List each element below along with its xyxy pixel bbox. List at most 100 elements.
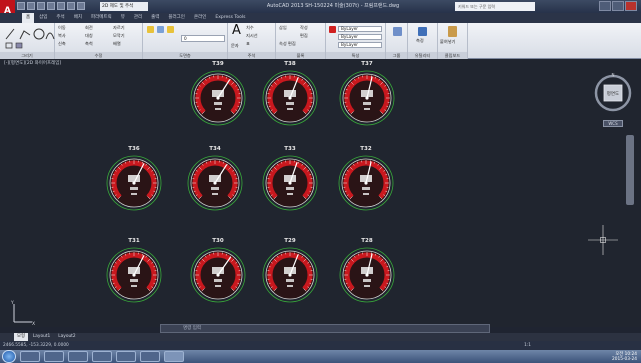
copy-button[interactable]: 복사 bbox=[58, 33, 66, 39]
measure-button[interactable]: 측정 bbox=[416, 38, 424, 44]
gauge-label: T38 bbox=[284, 61, 296, 67]
autocad-taskbar-icon[interactable] bbox=[164, 351, 184, 362]
system-tray: 오전 10:24 2015-03-24 bbox=[612, 352, 637, 362]
table-button[interactable]: 표 bbox=[246, 41, 250, 47]
ucs-icon: Y X bbox=[10, 300, 35, 326]
move-button[interactable]: 이동 bbox=[58, 25, 66, 31]
redo-icon[interactable] bbox=[77, 2, 85, 10]
word-icon[interactable] bbox=[116, 351, 136, 362]
group-icon[interactable] bbox=[393, 27, 402, 36]
text-tool-icon[interactable]: A bbox=[232, 23, 241, 38]
leader-button[interactable]: 지시선 bbox=[246, 33, 258, 39]
gauge-label: T39 bbox=[212, 61, 224, 67]
ribbon-tabs: 홈 삽입 주석 배치 파라메트릭 뷰 관리 출력 플러그인 온라인 Express Tools bbox=[0, 13, 641, 23]
fillet-button[interactable]: 모깍기 bbox=[113, 33, 125, 39]
text-button[interactable]: 문자 bbox=[231, 43, 239, 49]
gauge-dial bbox=[187, 155, 243, 211]
ribbon-tab[interactable]: 홈 bbox=[22, 13, 35, 23]
layout-tab[interactable]: 모형 bbox=[14, 333, 28, 341]
layer-dropdown[interactable]: 0 bbox=[181, 35, 225, 42]
ribbon-tab[interactable]: Express Tools bbox=[211, 13, 249, 23]
ribbon-tab[interactable]: 뷰 bbox=[117, 13, 129, 23]
rotate-button[interactable]: 회전 bbox=[85, 25, 93, 31]
edit-attributes-button[interactable]: 속성 편집 bbox=[279, 41, 296, 47]
dimension-button[interactable]: 치수 bbox=[246, 25, 254, 31]
trim-button[interactable]: 자르기 bbox=[113, 25, 125, 31]
group-label: 그룹 bbox=[386, 52, 407, 59]
coordinate-readout: 2466.5585, -153.3229, 0.0000 bbox=[3, 343, 69, 348]
wcs-menu[interactable]: WCS bbox=[603, 120, 623, 127]
new-icon[interactable] bbox=[17, 2, 25, 10]
gauge-dial bbox=[190, 247, 246, 303]
windows-taskbar bbox=[0, 350, 641, 363]
maximize-button[interactable] bbox=[612, 1, 624, 11]
search-input[interactable]: 키워드 또는 구문 입력 bbox=[455, 2, 535, 11]
explorer-icon[interactable] bbox=[20, 351, 40, 362]
gauge-dial bbox=[106, 247, 162, 303]
media-icon[interactable] bbox=[68, 351, 88, 362]
ie-icon[interactable] bbox=[44, 351, 64, 362]
edit-block-button[interactable]: 편집 bbox=[300, 33, 308, 39]
gauge-dial bbox=[338, 155, 394, 211]
ribbon-tab[interactable]: 출력 bbox=[147, 13, 163, 23]
lineweight-dropdown[interactable]: ByLayer bbox=[338, 42, 382, 48]
gauge-label: T33 bbox=[284, 146, 296, 152]
ribbon-tab[interactable]: 삽입 bbox=[35, 13, 51, 23]
group-label: 수정 bbox=[55, 52, 142, 59]
navigation-bar[interactable] bbox=[626, 135, 634, 205]
ribbon-tab[interactable]: 온라인 bbox=[190, 13, 210, 23]
ribbon-group-layers: 0 도면층 bbox=[143, 23, 228, 59]
ribbon-group-utilities: 측정 유틸리티 bbox=[408, 23, 438, 59]
paste-button[interactable]: 붙여넣기 bbox=[440, 39, 455, 45]
start-button[interactable] bbox=[2, 350, 16, 363]
ribbon-tab[interactable]: 관리 bbox=[130, 13, 146, 23]
gauge-dial bbox=[339, 247, 395, 303]
save-as-icon[interactable] bbox=[47, 2, 55, 10]
group-label: 그리기 bbox=[0, 52, 54, 59]
workspace-dropdown[interactable]: 2D 제도 및 주석 bbox=[100, 2, 148, 11]
paste-icon[interactable] bbox=[448, 26, 457, 37]
close-button[interactable] bbox=[625, 1, 637, 11]
drawing-canvas[interactable] bbox=[0, 59, 641, 327]
layout-tab[interactable]: Layout2 bbox=[55, 333, 78, 341]
ribbon-group-modify: 이동 회전 자르기 복사 대칭 모깍기 신축 축척 배열 수정 bbox=[55, 23, 143, 59]
open-icon[interactable] bbox=[27, 2, 35, 10]
mirror-button[interactable]: 대칭 bbox=[85, 33, 93, 39]
group-label: 주석 bbox=[228, 52, 275, 59]
undo-icon[interactable] bbox=[67, 2, 75, 10]
annotation-scale[interactable]: 1:1 bbox=[524, 341, 531, 350]
color-dropdown[interactable]: ByLayer bbox=[338, 26, 382, 32]
gauge-dial bbox=[262, 155, 318, 211]
minimize-button[interactable] bbox=[599, 1, 611, 11]
layer-properties-icon[interactable] bbox=[147, 26, 154, 33]
tray-date: 2015-03-24 bbox=[612, 357, 637, 362]
measure-icon[interactable] bbox=[418, 27, 427, 36]
draw-tools-icon[interactable] bbox=[0, 23, 55, 52]
array-button[interactable]: 배열 bbox=[113, 41, 121, 47]
viewport-label[interactable]: [-][평면도][2D 와이어프레임] bbox=[4, 60, 61, 66]
linetype-dropdown[interactable]: ByLayer bbox=[338, 34, 382, 40]
title-bar: 2D 제도 및 주석 AutoCAD 2013 SH-150224 미술(307… bbox=[0, 0, 641, 13]
folder-icon[interactable] bbox=[92, 351, 112, 362]
ribbon-tab[interactable]: 배치 bbox=[70, 13, 86, 23]
create-block-button[interactable]: 작성 bbox=[300, 25, 308, 31]
layer-freeze-icon[interactable] bbox=[167, 26, 174, 33]
gauge-label: T31 bbox=[128, 238, 140, 244]
viewcube[interactable]: 평면도 N bbox=[593, 73, 633, 113]
command-line-input[interactable]: 명령 입력 bbox=[160, 324, 490, 333]
print-icon[interactable] bbox=[57, 2, 65, 10]
color-swatch-icon[interactable] bbox=[329, 26, 336, 33]
ribbon-tab[interactable]: 플러그인 bbox=[164, 13, 189, 23]
ribbon-tab[interactable]: 파라메트릭 bbox=[87, 13, 116, 23]
insert-block-button[interactable]: 삽입 bbox=[279, 25, 287, 31]
gauge-label: T28 bbox=[361, 238, 373, 244]
app-icon[interactable] bbox=[140, 351, 160, 362]
stretch-button[interactable]: 신축 bbox=[58, 41, 66, 47]
layout-tab[interactable]: Layout1 bbox=[30, 333, 53, 341]
save-icon[interactable] bbox=[37, 2, 45, 10]
ribbon-tab[interactable]: 주석 bbox=[52, 13, 68, 23]
gauge-dial bbox=[262, 70, 318, 126]
gauge-dial bbox=[262, 247, 318, 303]
scale-button[interactable]: 축척 bbox=[85, 41, 93, 47]
layer-state-icon[interactable] bbox=[157, 26, 164, 33]
